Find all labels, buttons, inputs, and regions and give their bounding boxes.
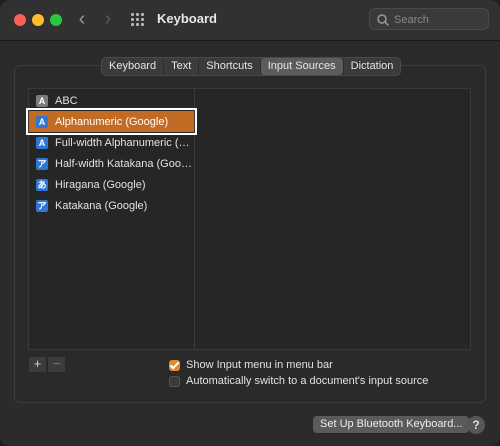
keyboard-preferences-window: ‹ › Keyboard Keyboard Text Shortcuts Inp…	[0, 0, 500, 446]
search-icon	[377, 14, 390, 27]
tab-text[interactable]: Text	[163, 58, 198, 75]
search-field[interactable]	[369, 8, 489, 30]
title-bar: ‹ › Keyboard	[0, 0, 500, 41]
checkbox-label: Show Input menu in menu bar	[186, 359, 333, 371]
checkbox-checked-icon[interactable]	[169, 359, 180, 371]
list-item[interactable]: あ Hiragana (Google)	[29, 174, 194, 195]
input-source-icon: A	[36, 94, 48, 107]
list-item-label: Half-width Katakana (Googl...	[55, 157, 194, 170]
checkbox-unchecked-icon[interactable]	[169, 375, 180, 387]
tab-bar: Keyboard Text Shortcuts Input Sources Di…	[101, 57, 402, 76]
input-source-icon: あ	[36, 178, 48, 191]
list-item[interactable]: A Full-width Alphanumeric (G...	[29, 132, 194, 153]
input-sources-list: A ABC A Alphanumeric (Google) A Full-wid…	[26, 89, 197, 349]
tab-dictation[interactable]: Dictation	[342, 58, 401, 75]
add-button[interactable]: +	[29, 357, 46, 372]
auto-switch-checkbox[interactable]: Automatically switch to a document's inp…	[169, 375, 428, 387]
close-button[interactable]	[14, 14, 26, 26]
list-add-remove-controls: + −	[29, 357, 65, 372]
list-item-label: Katakana (Google)	[55, 199, 148, 212]
window-title: Keyboard	[157, 11, 217, 26]
input-source-icon: A	[36, 115, 48, 128]
input-sources-box: A ABC A Alphanumeric (Google) A Full-wid…	[26, 88, 471, 350]
remove-button[interactable]: −	[48, 357, 65, 372]
input-source-icon: ア	[36, 199, 48, 212]
back-chevron-icon[interactable]: ‹	[72, 9, 92, 31]
list-item[interactable]: A ABC	[29, 90, 194, 111]
search-input[interactable]	[392, 11, 488, 29]
input-source-icon: ア	[36, 157, 48, 170]
list-item-label: Hiragana (Google)	[55, 178, 146, 191]
help-button[interactable]: ?	[467, 416, 485, 434]
minimize-button[interactable]	[32, 14, 44, 26]
checkbox-label: Automatically switch to a document's inp…	[186, 375, 429, 387]
show-all-grid-icon[interactable]	[131, 13, 145, 27]
list-item[interactable]: ア Katakana (Google)	[29, 195, 194, 216]
forward-chevron-icon[interactable]: ›	[98, 9, 118, 31]
tab-input-sources[interactable]: Input Sources	[259, 58, 343, 75]
tab-shortcuts[interactable]: Shortcuts	[198, 58, 259, 75]
list-item-label: Alphanumeric (Google)	[55, 115, 169, 128]
list-item-label: Full-width Alphanumeric (G...	[55, 136, 194, 149]
tab-keyboard[interactable]: Keyboard	[102, 58, 163, 75]
list-item[interactable]: ア Half-width Katakana (Googl...	[29, 153, 194, 174]
zoom-button[interactable]	[50, 14, 62, 26]
list-item-label: ABC	[55, 94, 78, 107]
input-source-icon: A	[36, 136, 48, 149]
list-item-selected[interactable]: A Alphanumeric (Google)	[26, 108, 197, 135]
show-input-menu-checkbox[interactable]: Show Input menu in menu bar	[169, 359, 333, 371]
setup-bluetooth-keyboard-button[interactable]: Set Up Bluetooth Keyboard...	[313, 416, 470, 433]
